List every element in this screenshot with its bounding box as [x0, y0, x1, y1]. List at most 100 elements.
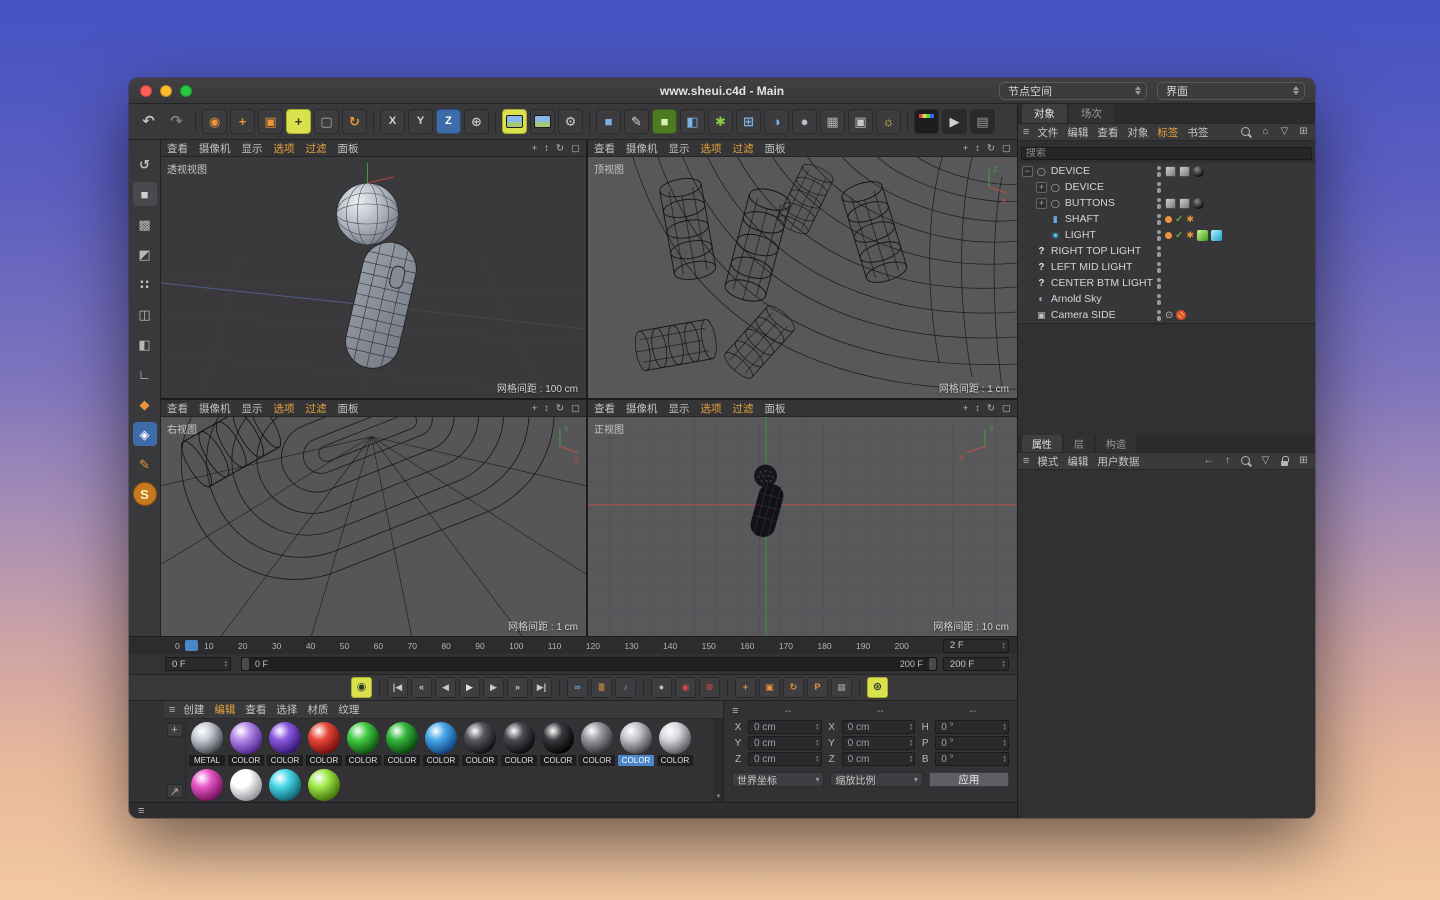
material-tile[interactable]	[188, 768, 226, 802]
attr-menu-item[interactable]: 用户数据	[1097, 454, 1139, 469]
timeline-range-slider[interactable]: 0 F 200 F	[241, 657, 937, 671]
rotation-field[interactable]: 0 °	[935, 752, 1009, 766]
panel-tab[interactable]: 属性	[1022, 435, 1062, 452]
toggle-view-icon[interactable]: ▢	[571, 403, 580, 414]
material-tile[interactable]: COLOR	[461, 721, 499, 766]
object-name[interactable]: BUTTONS	[1065, 197, 1153, 209]
mograph-button[interactable]: ⊞	[736, 109, 761, 134]
paint-tool-button[interactable]: ✎	[133, 452, 157, 476]
viewport-menu-item[interactable]: 选项	[274, 401, 295, 416]
visibility-toggles[interactable]	[1153, 278, 1165, 289]
search-icon[interactable]	[1240, 126, 1253, 139]
coord-system-button[interactable]: ⊕	[464, 109, 489, 134]
zoom-button[interactable]	[180, 85, 192, 97]
layout-dropdown[interactable]: 界面	[1157, 82, 1305, 100]
material-tile[interactable]: COLOR	[305, 721, 343, 766]
separator[interactable]	[589, 111, 590, 133]
light-button[interactable]: ☼	[876, 109, 901, 134]
spinner-icon[interactable]	[224, 660, 227, 668]
up-icon[interactable]: ↑	[1221, 455, 1234, 468]
spinner-icon[interactable]	[910, 755, 913, 763]
object-tag-chip[interactable]	[1165, 198, 1176, 209]
apply-button[interactable]: 应用	[929, 772, 1009, 787]
orbit-icon[interactable]: ↻	[987, 143, 995, 154]
toggle-view-icon[interactable]: ▢	[1002, 143, 1011, 154]
polygon-mode-button[interactable]: ◧	[133, 332, 157, 356]
scroll-down-icon[interactable]: ▼	[716, 794, 722, 800]
render-picture-button[interactable]	[530, 109, 555, 134]
dolly-icon[interactable]: ↕	[975, 403, 980, 414]
position-field[interactable]: 0 cm	[748, 720, 822, 734]
lock-y-button[interactable]: Y	[408, 109, 433, 134]
orbit-icon[interactable]: ↻	[556, 143, 564, 154]
spinner-icon[interactable]	[816, 755, 819, 763]
viewport-menu-item[interactable]: 面板	[338, 401, 359, 416]
viewport-menu-item[interactable]: 面板	[765, 401, 786, 416]
viewport-menu-item[interactable]: 选项	[701, 141, 722, 156]
material-tile[interactable]: COLOR	[266, 721, 304, 766]
coordinate-system-dropdown[interactable]: 世界坐标▾	[732, 772, 824, 787]
separator[interactable]	[195, 111, 196, 133]
size-field[interactable]: 0 cm	[842, 752, 916, 766]
object-tag-chip[interactable]	[1165, 232, 1172, 239]
spinner-icon[interactable]	[816, 723, 819, 731]
key-scale-toggle[interactable]: ▣	[759, 677, 780, 698]
viewport-menu-item[interactable]: 选项	[274, 141, 295, 156]
expand-toggle[interactable]	[1022, 278, 1033, 289]
nodespace-dropdown[interactable]: 节点空间	[999, 82, 1147, 100]
visibility-toggles[interactable]	[1153, 182, 1165, 193]
separator[interactable]	[727, 680, 728, 696]
rotate-tool[interactable]: ↻	[342, 109, 367, 134]
key-rotation-toggle[interactable]: ↻	[783, 677, 804, 698]
orbit-icon[interactable]: ↻	[987, 403, 995, 414]
viewport-menu-item[interactable]: 查看	[167, 401, 188, 416]
material-link-button[interactable]: ↗	[167, 784, 183, 798]
menu-icon[interactable]: ≡	[1023, 126, 1029, 138]
render-view-button[interactable]	[502, 109, 527, 134]
object-tag-chip[interactable]	[1175, 230, 1183, 241]
render-queue-button[interactable]	[914, 109, 939, 134]
material-tile[interactable]: COLOR	[227, 721, 265, 766]
material-menu-item[interactable]: 查看	[245, 702, 266, 717]
object-name[interactable]: DEVICE	[1051, 165, 1153, 177]
position-field[interactable]: 0 cm	[748, 736, 822, 750]
om-menu-item[interactable]: 文件	[1037, 125, 1058, 140]
separator[interactable]	[559, 680, 560, 696]
object-tag-chip[interactable]	[1197, 230, 1208, 241]
material-tile[interactable]: COLOR	[422, 721, 460, 766]
range-grip-left[interactable]	[242, 658, 249, 670]
material-tile[interactable]: COLOR	[578, 721, 616, 766]
volume-button[interactable]: ◧	[680, 109, 705, 134]
spinner-icon[interactable]	[910, 739, 913, 747]
undo-icon[interactable]: ↶	[136, 109, 161, 134]
add-icon[interactable]: ⊞	[1297, 455, 1310, 468]
spinner-icon[interactable]	[1003, 755, 1006, 763]
render-settings-button[interactable]: ⚙	[558, 109, 583, 134]
add-primitive-button[interactable]: ■	[596, 109, 621, 134]
object-tag-chip[interactable]	[1175, 214, 1183, 225]
next-key-button[interactable]: »	[507, 677, 528, 698]
visibility-toggles[interactable]	[1153, 246, 1165, 257]
position-field[interactable]: 0 cm	[748, 752, 822, 766]
viewport-menu-item[interactable]: 过滤	[306, 401, 327, 416]
material-tile[interactable]: COLOR	[539, 721, 577, 766]
om-menu-item[interactable]: 对象	[1127, 125, 1148, 140]
object-row[interactable]: Arnold Sky	[1018, 291, 1315, 307]
viewport-menu-item[interactable]: 摄像机	[199, 141, 231, 156]
keyframe-button[interactable]: ⊙	[699, 677, 720, 698]
dolly-icon[interactable]: ↕	[975, 143, 980, 154]
panel-tab[interactable]: 构造	[1096, 435, 1136, 452]
material-menu-item[interactable]: 选择	[276, 702, 297, 717]
size-field[interactable]: 0 cm	[842, 736, 916, 750]
material-menu-item[interactable]: 材质	[307, 702, 328, 717]
material-tile[interactable]: COLOR	[500, 721, 538, 766]
rotation-field[interactable]: 0 °	[935, 736, 1009, 750]
search-icon[interactable]	[1240, 455, 1253, 468]
loop-button[interactable]: ∞	[567, 677, 588, 698]
fields-button[interactable]: ◑	[764, 109, 789, 134]
material-tile[interactable]	[305, 768, 343, 802]
play-button[interactable]: ▶	[459, 677, 480, 698]
material-menu-item[interactable]: 创建	[183, 702, 204, 717]
timeline-ruler[interactable]: 0102030405060708090100110120130140150160…	[129, 637, 943, 654]
viewport-front[interactable]: 查看摄像机显示选项过滤面板 +↕↻▢	[588, 400, 1017, 636]
